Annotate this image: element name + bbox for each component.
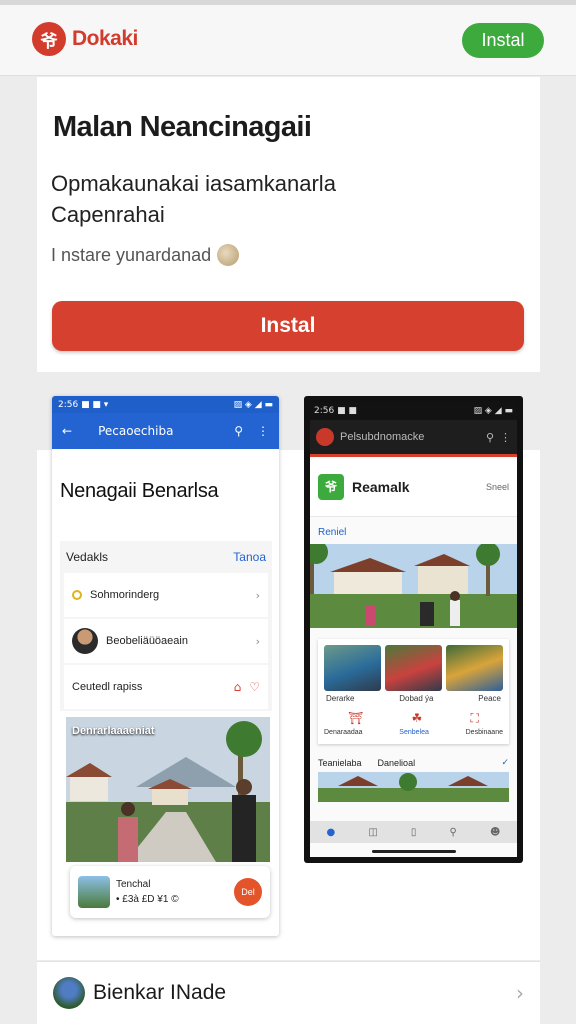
circle-icon — [72, 590, 82, 600]
brand-name: Dokaki — [72, 27, 138, 50]
app-description-line: Capenrahai — [51, 202, 165, 227]
app-name: Reamalk — [352, 478, 410, 495]
app-meta-text: I nstare yunardanad — [51, 244, 212, 265]
app-description-line: Opmakaunakai iasamkanarla — [51, 171, 336, 196]
list-item-label: Beobeliäüöaeain — [106, 635, 188, 647]
status-bar: 2:56 ■ ■ ▨ ◈ ◢ ▬ — [310, 402, 517, 420]
avatar — [72, 628, 98, 654]
app-bar: ← Pecaoechiba ⚲ ⋮ — [52, 413, 279, 449]
list-header: Vedakls Tanoa — [60, 541, 272, 573]
status-icons: ▨ ◈ ◢ ▬ — [473, 406, 513, 416]
avatar — [53, 977, 85, 1009]
list-item-label: Sohmorinderg — [90, 589, 160, 601]
feature-grid: Derarke Dobad ýa Peace ⛩ ☘ ⛶ Denaraadaa … — [318, 639, 509, 744]
row-actions: ⌂ ♡ — [234, 680, 260, 694]
home-icon: ● — [326, 826, 336, 838]
home-icon: ⌂ — [233, 680, 242, 694]
icon-labels: Denaraadaa Senbelea Desbinaane — [324, 726, 503, 738]
brand[interactable]: 爷 Dokaki — [32, 22, 138, 56]
brand-logo-icon: 爷 — [32, 22, 66, 56]
top-bar: 爷 Dokaki Instal — [0, 0, 576, 76]
card-thumbnail — [78, 876, 110, 908]
temple-scene-image — [66, 717, 270, 862]
heart-icon: ♡ — [249, 680, 260, 694]
search-icon: ⚲ — [449, 826, 457, 838]
thumbnail-label: Peace — [478, 694, 501, 703]
icon-label: Denaraadaa — [324, 729, 363, 736]
install-button[interactable]: Instal — [52, 301, 524, 351]
icon-label: Senbelea — [399, 729, 429, 736]
search-icon: ⚲ — [234, 424, 243, 438]
chevron-right-icon: › — [255, 634, 260, 648]
feature-photo: Denrarlaaaeniat — [66, 717, 270, 862]
check-icon: ✓ — [501, 758, 509, 768]
app-description: Opmakaunakai iasamkanarla Capenrahai — [51, 168, 511, 230]
screenshot-left[interactable]: 2:56 ■ ■ ▾ ▨ ◈ ◢ ▬ ← Pecaoechiba ⚲ ⋮ Nen… — [52, 396, 279, 936]
grid-icon: ◫ — [368, 826, 378, 838]
badge-icon — [217, 244, 240, 266]
card-action-button: Del — [234, 878, 262, 906]
phone-screen: 2:56 ■ ■ ▨ ◈ ◢ ▬ Pelsubdnomacke ⚲ ⋮ 爷 Re… — [310, 402, 517, 857]
app-hero-card: Malan Neancinagaii Opmakaunakai iasamkan… — [37, 77, 540, 372]
thumbnail — [385, 645, 442, 691]
icon-label: Desbinaane — [465, 729, 503, 736]
app-header: 爷 Reamalk Sneel — [310, 457, 517, 517]
back-arrow-icon: ← — [62, 424, 73, 438]
section-label: Reniel — [318, 527, 347, 538]
list-item: Sohmorinderg › — [64, 573, 268, 617]
banner-image — [310, 540, 517, 628]
status-time: 2:56 ■ ■ — [314, 406, 357, 416]
bottom-nav: ● ◫ ▯ ⚲ ☻ — [310, 821, 517, 843]
card-text: Tenchal • £3à £D ¥1 © — [116, 877, 179, 907]
chevron-right-icon: › — [255, 588, 260, 602]
gate-icon: ⛶ — [470, 711, 479, 725]
list-header-label: Vedakls — [66, 550, 109, 564]
content-card: Tenchal • £3à £D ¥1 © Del — [70, 866, 270, 918]
header-install-button[interactable]: Instal — [462, 23, 544, 58]
app-logo-icon: 爷 — [318, 473, 344, 500]
footer-image — [318, 772, 509, 802]
details-list: Vedakls Tanoa Sohmorinderg › Beobeliäüöa… — [60, 541, 272, 711]
app-title: Malan Neancinagaii — [53, 111, 312, 143]
app-bar-title: Pecaoechiba — [98, 424, 174, 438]
thumbnail-label: Dobad ýa — [399, 694, 434, 703]
list-more-link: Tanoa — [233, 550, 266, 564]
gift-icon: ☘ — [411, 711, 423, 725]
status-icons: ▨ ◈ ◢ ▬ — [233, 399, 273, 410]
icon-row: ⛩ ☘ ⛶ — [324, 711, 503, 726]
list-item-label: Ceutedl rapiss — [72, 681, 143, 693]
search-icon: ⚲ — [485, 430, 494, 444]
developer-row[interactable]: Bienkar INade › — [37, 961, 540, 1024]
thumbnail-row — [324, 645, 503, 691]
card-subtitle: • £3à £D ¥1 © — [116, 894, 179, 905]
header-link: Sneel — [485, 481, 509, 492]
feature-caption: Denrarlaaaeniat — [72, 725, 155, 737]
app-bar-title: Pelsubdnomacke — [340, 431, 425, 443]
footer-left-label: Teanielaba — [318, 758, 362, 768]
bookmark-icon: ▯ — [410, 826, 417, 838]
status-bar: 2:56 ■ ■ ▾ ▨ ◈ ◢ ▬ — [52, 396, 279, 413]
thumbnail — [446, 645, 503, 691]
more-vert-icon: ⋮ — [257, 424, 269, 438]
screen-heading: Nenagaii Benarlsa — [60, 480, 219, 502]
status-time: 2:56 ■ ■ ▾ — [58, 399, 109, 410]
home-indicator — [372, 850, 456, 853]
footer-right-label: Danelioal — [377, 758, 416, 768]
card-title: Tenchal — [116, 879, 151, 890]
more-vert-icon: ⋮ — [500, 430, 511, 444]
app-meta: I nstare yunardanad — [51, 244, 240, 266]
list-item: Beobeliäüöaeain › — [64, 619, 268, 663]
temple-icon: ⛩ — [348, 711, 364, 725]
screenshot-right[interactable]: 2:56 ■ ■ ▨ ◈ ◢ ▬ Pelsubdnomacke ⚲ ⋮ 爷 Re… — [304, 396, 523, 863]
profile-icon: ☻ — [489, 826, 501, 838]
developer-name: Bienkar INade — [93, 981, 227, 1004]
thumbnail-labels: Derarke Dobad ýa Peace — [324, 691, 503, 711]
app-icon — [316, 428, 334, 446]
list-item: Ceutedl rapiss ⌂ ♡ — [64, 665, 268, 709]
thumbnail-label: Derarke — [326, 694, 355, 703]
app-bar: Pelsubdnomacke ⚲ ⋮ — [310, 420, 517, 454]
thumbnail — [324, 645, 381, 691]
chevron-right-icon: › — [516, 981, 524, 1005]
footer-row: Teanielaba Danelioal ✓ — [310, 750, 517, 772]
